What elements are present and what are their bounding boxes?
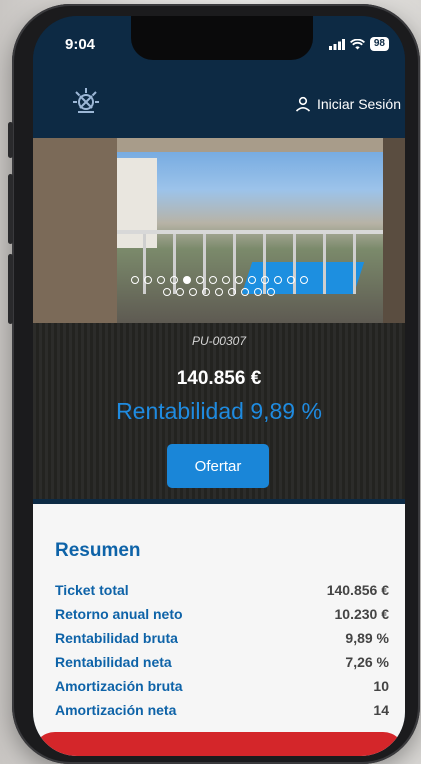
summary-row-value: 7,26 % — [345, 654, 389, 670]
carousel-dot[interactable] — [156, 276, 165, 284]
carousel-dot[interactable] — [176, 288, 184, 296]
summary-row: Rentabilidad bruta 9,89 % — [55, 626, 389, 650]
notch — [131, 16, 313, 60]
signal-icon — [328, 38, 345, 50]
summary-list: Ticket total 140.856 € Retorno anual neto… — [55, 578, 389, 722]
summary-row: Rentabilidad neta 7,26 % — [55, 650, 389, 674]
bottom-bar — [33, 732, 405, 756]
photo-railing — [117, 230, 405, 234]
offer-button[interactable]: Ofertar — [167, 444, 269, 488]
status-bar: 9:04 98 — [33, 16, 405, 80]
carousel-dot[interactable] — [130, 276, 139, 284]
summary-card: Resumen Ticket total 140.856 € Retorno an… — [33, 504, 405, 756]
summary-row-value: 140.856 € — [326, 582, 389, 598]
volume-down-button — [8, 254, 13, 324]
mute-switch — [8, 122, 13, 158]
carousel-indicators — [33, 274, 405, 298]
wifi-icon — [349, 38, 365, 49]
summary-row-label: Rentabilidad neta — [55, 654, 172, 670]
summary-row: Amortización bruta 10 — [55, 674, 389, 698]
listing-price: 140.856 € — [176, 368, 262, 389]
carousel-dot[interactable] — [221, 276, 230, 284]
carousel-dot[interactable] — [241, 288, 249, 296]
volume-up-button — [8, 174, 13, 244]
carousel-dot[interactable] — [273, 276, 282, 284]
listing-code: PU-00307 — [191, 334, 247, 348]
summary-row-value: 9,89 % — [345, 630, 389, 646]
summary-row-value: 10 — [373, 678, 389, 694]
summary-row-label: Amortización neta — [55, 702, 177, 718]
carousel-dot[interactable] — [234, 276, 243, 284]
carousel-dot[interactable] — [228, 288, 236, 296]
user-icon — [295, 96, 311, 112]
phone-screen: 9:04 98 Iniciar Sesión PU-00307 140.856 … — [33, 16, 405, 756]
carousel-dot[interactable] — [195, 276, 204, 284]
summary-title: Resumen — [55, 540, 141, 561]
summary-row: Amortización neta 14 — [55, 698, 389, 722]
summary-row-label: Amortización bruta — [55, 678, 183, 694]
summary-row-value: 14 — [373, 702, 389, 718]
listing-yield: Rentabilidad 9,89 % — [116, 398, 322, 424]
carousel-dot[interactable] — [247, 276, 256, 284]
carousel-dot[interactable] — [143, 276, 152, 284]
carousel-dot[interactable] — [202, 288, 210, 296]
summary-row-label: Rentabilidad bruta — [55, 630, 178, 646]
photo-building — [117, 158, 157, 248]
carousel-dot[interactable] — [254, 288, 262, 296]
carousel-dot[interactable] — [163, 288, 171, 296]
carousel-dot[interactable] — [215, 288, 223, 296]
summary-row: Retorno anual neto 10.230 € — [55, 602, 389, 626]
battery-icon: 98 — [369, 37, 389, 51]
summary-row-label: Ticket total — [55, 582, 129, 598]
summary-row-value: 10.230 € — [334, 606, 390, 622]
carousel-dot[interactable] — [260, 276, 269, 284]
carousel-dot[interactable] — [267, 288, 275, 296]
logo-emblem-icon[interactable] — [71, 86, 101, 116]
carousel-dot[interactable] — [286, 276, 295, 284]
carousel-dot[interactable] — [182, 276, 191, 284]
app-header: Iniciar Sesión — [33, 80, 405, 138]
login-button[interactable]: Iniciar Sesión — [295, 96, 401, 112]
login-label: Iniciar Sesión — [316, 96, 401, 112]
carousel-dot[interactable] — [189, 288, 197, 296]
carousel-dot[interactable] — [299, 276, 308, 284]
carousel-dot[interactable] — [169, 276, 178, 284]
carousel-dot[interactable] — [208, 276, 217, 284]
summary-row: Ticket total 140.856 € — [55, 578, 389, 602]
summary-row-label: Retorno anual neto — [55, 606, 183, 622]
status-icons: 98 — [328, 37, 389, 51]
status-time: 9:04 — [65, 36, 96, 53]
